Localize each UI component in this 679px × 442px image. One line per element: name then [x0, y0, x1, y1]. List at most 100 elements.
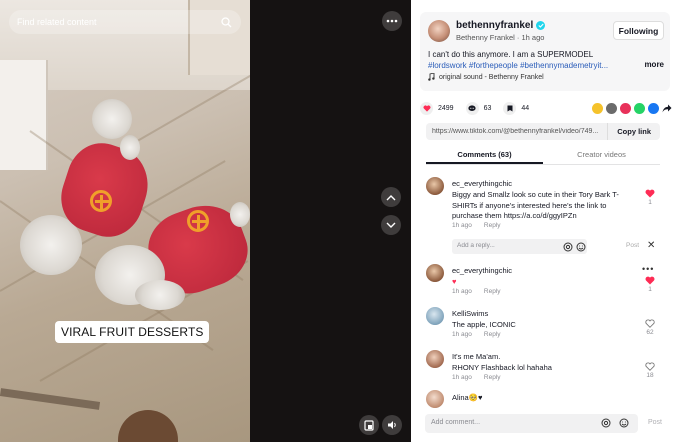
comment-text: The apple, ICONIC: [452, 320, 516, 329]
comment-like-count: 62: [646, 329, 654, 336]
picture-in-picture-icon: [364, 419, 374, 431]
panel-tabs: Comments (63) Creator videos: [426, 148, 660, 165]
creator-card: bethennyfrankel Bethenny Frankel · 1h ag…: [420, 12, 670, 91]
more-icon: [386, 19, 398, 23]
avatar[interactable]: [426, 307, 444, 325]
heart-outline-icon: [645, 319, 655, 328]
volume-icon: [387, 421, 396, 429]
hashtag-link[interactable]: #forthepeople: [469, 61, 518, 70]
creator-handle[interactable]: bethennyfrankel: [456, 20, 546, 31]
comment-more-icon[interactable]: •••: [642, 264, 654, 274]
mention-icon[interactable]: [601, 418, 611, 428]
comment-like-button[interactable]: 62: [643, 319, 657, 336]
comment-username[interactable]: ec_everythingchic: [452, 266, 512, 275]
like-count: 2499: [438, 104, 454, 112]
heart-icon: [645, 276, 655, 285]
reply-button[interactable]: Reply: [484, 222, 501, 229]
hashtag-link[interactable]: #lordswork: [428, 61, 467, 70]
tab-creator-videos[interactable]: Creator videos: [543, 148, 660, 164]
reply-post-button[interactable]: Post: [626, 242, 639, 249]
next-video-button[interactable]: [381, 215, 401, 235]
like-button[interactable]: [420, 101, 433, 115]
comment-username[interactable]: KelliSwims: [452, 309, 488, 318]
following-button[interactable]: Following: [613, 21, 664, 40]
comment-text: RHONY Flashback lol hahaha: [452, 363, 552, 372]
mention-icon[interactable]: [563, 242, 573, 252]
avatar[interactable]: [426, 264, 444, 282]
avatar[interactable]: [428, 20, 450, 42]
chevron-up-icon: [386, 194, 396, 200]
save-count: 44: [521, 104, 530, 112]
comment-meta: 1h ago Reply: [452, 222, 501, 229]
comment-like-button[interactable]: 1: [643, 189, 657, 206]
send-to-friends-icon[interactable]: [620, 102, 631, 114]
comment-like-button[interactable]: 18: [643, 362, 657, 379]
creator-meta: Bethenny Frankel · 1h ago: [456, 33, 544, 42]
comment-time: 1h ago: [452, 374, 472, 381]
bookmark-icon: [507, 105, 513, 111]
rail: [0, 388, 101, 410]
shoe: [118, 410, 178, 442]
reply-input[interactable]: Add a reply...: [452, 239, 587, 254]
search-icon[interactable]: [219, 15, 233, 29]
heart-outline-icon: [645, 362, 655, 371]
share-arrow-icon[interactable]: [662, 104, 672, 113]
comment-time: 1h ago: [452, 222, 472, 229]
close-icon[interactable]: ✕: [647, 240, 655, 251]
post-comment-button[interactable]: Post: [648, 419, 662, 426]
comment-text: Biggy and Smallz look so cute in their T…: [452, 190, 619, 220]
add-comment-placeholder: Add comment...: [431, 419, 481, 426]
comment-like-count: 18: [646, 372, 654, 379]
comment-username[interactable]: Alina🥺♥: [452, 393, 482, 402]
video-player[interactable]: Find related content VIRAL FRUIT DESSERT…: [0, 0, 411, 442]
heart-icon: [645, 189, 655, 198]
comment-like-count: 1: [648, 199, 652, 206]
avatar[interactable]: [426, 350, 444, 368]
creator-name: Bethenny Frankel: [456, 33, 515, 42]
video-frame[interactable]: Find related content VIRAL FRUIT DESSERT…: [0, 0, 250, 442]
comment-count: 63: [483, 104, 492, 112]
creator-handle-text[interactable]: bethennyfrankel: [456, 20, 533, 31]
comment-like-button[interactable]: 1: [643, 276, 657, 293]
hashtag-link[interactable]: #bethennymademetryit...: [520, 61, 608, 70]
save-button[interactable]: [503, 101, 517, 115]
video-url: https://www.tiktok.com/@bethennyfrankel/…: [432, 128, 599, 135]
like-stat[interactable]: 2499: [420, 101, 454, 115]
heart-icon: [423, 104, 430, 112]
comment-like-count: 1: [648, 286, 652, 293]
video-caption: VIRAL FRUIT DESSERTS: [55, 321, 210, 343]
reply-button[interactable]: Reply: [484, 288, 501, 295]
comment-stat[interactable]: 63: [465, 101, 492, 115]
emoji-icon[interactable]: [619, 418, 629, 428]
reply-button[interactable]: Reply: [484, 331, 501, 338]
add-comment-input[interactable]: Add comment...: [425, 414, 638, 433]
facebook-icon[interactable]: [648, 102, 659, 114]
details-panel: bethennyfrankel Bethenny Frankel · 1h ag…: [411, 0, 679, 442]
avatar[interactable]: [426, 177, 444, 195]
comment-icon: [468, 104, 476, 111]
comment-username[interactable]: ec_everythingchic: [452, 179, 512, 188]
cabinet: [0, 60, 48, 170]
sound-name[interactable]: original sound - Bethenny Frankel: [439, 74, 544, 81]
save-stat[interactable]: 44: [503, 101, 530, 115]
more-options-button[interactable]: [382, 11, 402, 31]
tab-comments[interactable]: Comments (63): [426, 148, 543, 164]
music-note-icon: [428, 73, 435, 81]
emoji-icon[interactable]: [576, 242, 586, 252]
reply-button[interactable]: Reply: [484, 374, 501, 381]
related-search-bar[interactable]: Find related content: [9, 10, 241, 34]
comment-username[interactable]: It's me Ma'am.: [452, 352, 500, 361]
repost-icon[interactable]: [592, 102, 603, 114]
volume-button[interactable]: [382, 415, 402, 435]
embed-icon[interactable]: [606, 102, 617, 114]
comment-meta: 1h ago Reply: [452, 374, 501, 381]
whatsapp-icon[interactable]: [634, 102, 645, 114]
avatar[interactable]: [426, 390, 444, 408]
sound-link[interactable]: original sound - Bethenny Frankel: [428, 73, 544, 81]
mini-player-button[interactable]: [359, 415, 379, 435]
description-more-button[interactable]: more: [644, 60, 664, 69]
reply-placeholder: Add a reply...: [457, 242, 495, 249]
comment-button[interactable]: [465, 101, 479, 115]
previous-video-button[interactable]: [381, 187, 401, 207]
copy-link-button[interactable]: Copy link: [607, 123, 660, 140]
